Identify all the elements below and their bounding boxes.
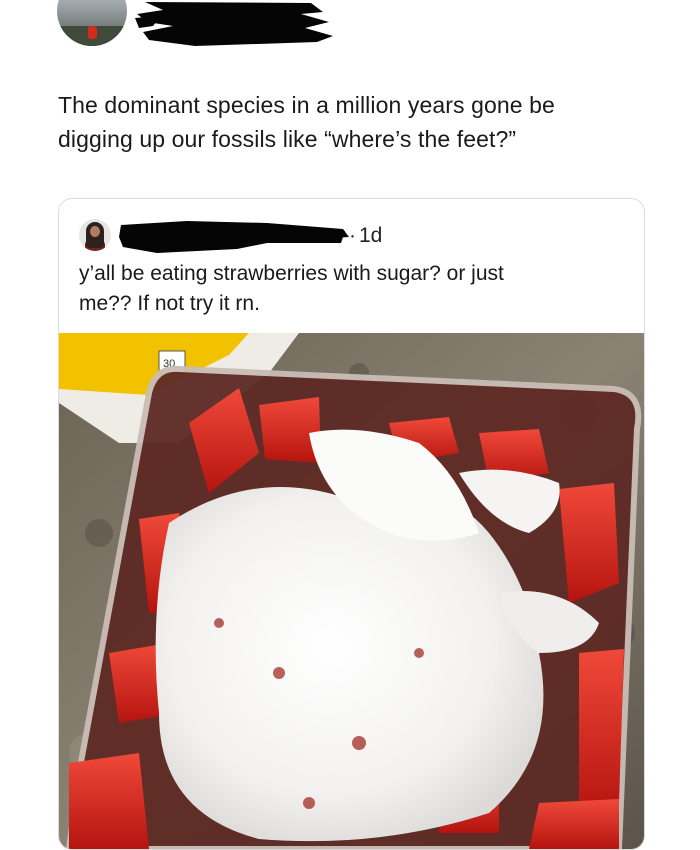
quoted-post-text: y’all be eating strawberries with sugar?…: [79, 259, 624, 319]
quoted-post-card[interactable]: · 1d y’all be eating strawberries with su…: [58, 198, 645, 850]
avatar-face: [90, 226, 100, 237]
strawberries-photo[interactable]: 30: [59, 333, 644, 849]
post-text-line-1: The dominant species in a million years …: [58, 92, 555, 118]
author-avatar[interactable]: [57, 0, 127, 46]
avatar-figure: [88, 26, 97, 39]
post-text: The dominant species in a million years …: [58, 88, 668, 156]
post-text-line-2: digging up our fossils like “where’s the…: [58, 126, 517, 152]
quoted-text-line-1: y’all be eating strawberries with sugar?…: [79, 262, 504, 285]
quoted-text-line-2: me?? If not try it rn.: [79, 292, 260, 315]
quoted-post-header: · 1d: [59, 199, 644, 259]
post-header: [0, 0, 700, 60]
redacted-author-name: [135, 2, 333, 46]
dot-separator-icon: ·: [349, 224, 356, 247]
quoted-post-time: · 1d: [349, 224, 382, 248]
quoted-post-time-value: 1d: [359, 224, 383, 247]
quoted-author-avatar[interactable]: [79, 219, 111, 251]
